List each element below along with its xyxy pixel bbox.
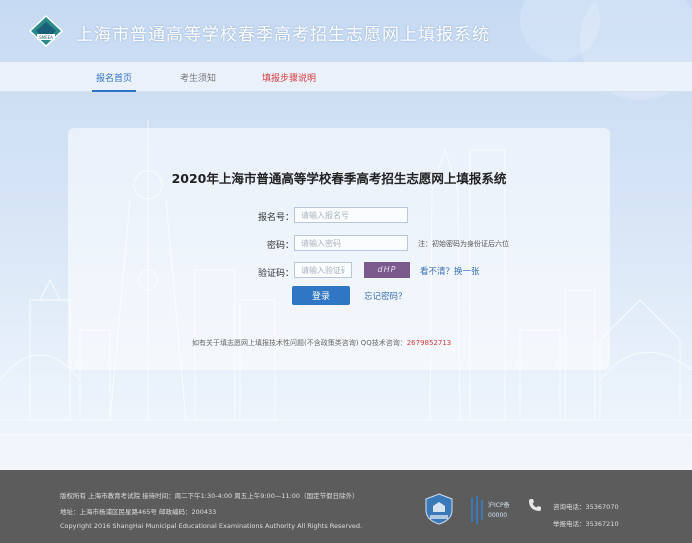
exam-authority-logo-icon: SMEEA [28,14,64,48]
captcha-refresh-link[interactable]: 看不清？换一张 [420,265,480,277]
nav-item-home[interactable]: 报名首页 [91,71,137,92]
phone-icon [529,499,541,511]
complaint-phone: 举报电话：35367210 [553,520,619,528]
footer-copyright-line: 版权所有 上海市教育考试院 接待时间：周二下午1:30-4:00 周五上午9:0… [60,492,359,500]
password-hint: 注：初始密码为身份证后六位 [418,240,509,248]
site-footer: 版权所有 上海市教育考试院 接待时间：周二下午1:30-4:00 周五上午9:0… [0,470,692,543]
support-text: 如有关于填志愿网上填报技术性问题(不含政策类咨询) QQ技术咨询： [192,339,407,347]
reg-number-label: 报名号： [257,213,294,223]
icp-sub: 00000 [488,512,508,519]
reg-number-input[interactable] [294,207,408,223]
icp-badge[interactable]: 沪ICP备 00000 [468,494,520,526]
login-title: 2020年上海市普通高等学校春季高考招生志愿网上填报系统 [171,171,507,186]
main-nav: 报名首页 考生须知 填报步骤说明 [0,62,692,92]
consult-phone: 咨询电话：35367070 [553,503,619,511]
icp-badge-icon [471,496,483,524]
footer-copyright-en: Copyright 2016 ShangHai Municipal Educat… [60,522,363,530]
nav-item-notice[interactable]: 考生须知 [180,71,216,84]
forgot-password-link[interactable]: 忘记密码？ [364,290,407,302]
icp-label: 沪ICP备 [488,502,510,509]
captcha-image[interactable]: dHP [364,262,410,278]
password-label: 密码： [266,241,294,251]
site-header: SMEEA 上海市普通高等学校春季高考招生志愿网上填报系统 [0,0,692,62]
nav-item-steps[interactable]: 填报步骤说明 [262,71,316,84]
support-qq-number: 2679852713 [406,339,452,347]
password-input[interactable] [294,235,408,251]
login-button[interactable]: 登录 [292,286,350,305]
support-info: 如有关于填志愿网上填报技术性问题(不含政策类咨询) QQ技术咨询：2679852… [192,338,451,348]
captcha-label: 验证码： [257,269,294,279]
police-badge-icon[interactable] [424,492,454,526]
footer-address-line: 地址：上海市杨浦区民星路465号 邮政编码：200433 [60,508,217,516]
login-panel: 2020年上海市普通高等学校春季高考招生志愿网上填报系统 报名号： 密码： 注：… [68,128,610,370]
captcha-input[interactable] [294,262,352,278]
site-title: 上海市普通高等学校春季高考招生志愿网上填报系统 [76,25,490,45]
svg-text:SMEEA: SMEEA [39,35,53,40]
